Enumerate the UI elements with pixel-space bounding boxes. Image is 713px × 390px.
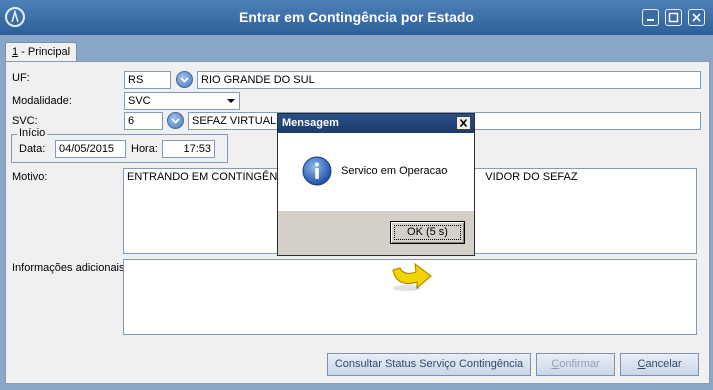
pointer-arrow-icon — [392, 262, 432, 291]
tab-strip: 1 - Principal — [5, 38, 711, 63]
close-icon — [459, 118, 468, 128]
title-bar[interactable]: Entrar em Contingência por Estado — [0, 0, 713, 35]
dialog-ok-label: OK (5 s) — [394, 225, 461, 240]
svc-code-field[interactable]: 6 — [124, 112, 163, 130]
data-field[interactable]: 04/05/2015 — [55, 140, 126, 158]
svc-lookup-button[interactable] — [167, 112, 184, 129]
motivo-text-end: VIDOR DO SEFAZ — [485, 171, 578, 183]
cancelar-label: ancelar — [645, 358, 682, 370]
tab-label: - Principal — [18, 46, 71, 58]
chevron-down-icon — [180, 77, 189, 83]
dialog-close-button[interactable] — [456, 116, 471, 130]
info-label: Informações adicionais: — [12, 262, 128, 274]
inicio-legend: Início — [17, 127, 48, 139]
minimize-icon — [647, 19, 654, 21]
modalidade-label: Modalidade: — [12, 95, 72, 107]
hora-field[interactable]: 17:53 — [162, 140, 215, 158]
dialog-body: Servico em Operacao — [278, 133, 474, 211]
motivo-text-start: ENTRANDO EM CONTINGÊNC — [127, 171, 286, 183]
cancelar-button[interactable]: Cancelar — [620, 353, 699, 376]
data-label: Data: — [19, 143, 46, 155]
uf-name-field[interactable]: RIO GRANDE DO SUL — [197, 71, 701, 89]
confirmar-label: onfirmar — [559, 358, 600, 370]
dialog-ok-button[interactable]: OK (5 s) — [390, 221, 465, 244]
modalidade-value: SVC — [128, 95, 151, 107]
message-dialog: Mensagem Servico em Operacao OK (5 s) — [277, 113, 475, 256]
dialog-message: Servico em Operacao — [341, 165, 448, 177]
dropdown-arrow-icon[interactable] — [223, 93, 239, 109]
maximize-icon — [668, 12, 679, 23]
close-button[interactable] — [688, 9, 705, 26]
modalidade-select[interactable]: SVC — [124, 92, 240, 110]
chevron-down-icon — [171, 118, 180, 124]
maximize-button[interactable] — [665, 9, 682, 26]
uf-label: UF: — [12, 72, 30, 84]
confirmar-button[interactable]: Confirmar — [536, 353, 615, 376]
dialog-title[interactable]: Mensagem — [278, 114, 474, 133]
consultar-status-button[interactable]: Consultar Status Serviço Contingência — [327, 353, 531, 376]
window-title: Entrar em Contingência por Estado — [239, 9, 474, 25]
svc-label: SVC: — [12, 115, 38, 127]
close-icon — [692, 13, 701, 22]
hora-label: Hora: — [131, 143, 158, 155]
uf-lookup-button[interactable] — [176, 71, 193, 88]
motivo-label: Motivo: — [12, 171, 48, 183]
inicio-group: Início Data: 04/05/2015 Hora: 17:53 — [11, 127, 228, 163]
tab-principal[interactable]: 1 - Principal — [5, 42, 77, 63]
uf-code-field[interactable]: RS — [124, 71, 171, 89]
info-icon — [302, 156, 332, 186]
minimize-button[interactable] — [642, 9, 659, 26]
